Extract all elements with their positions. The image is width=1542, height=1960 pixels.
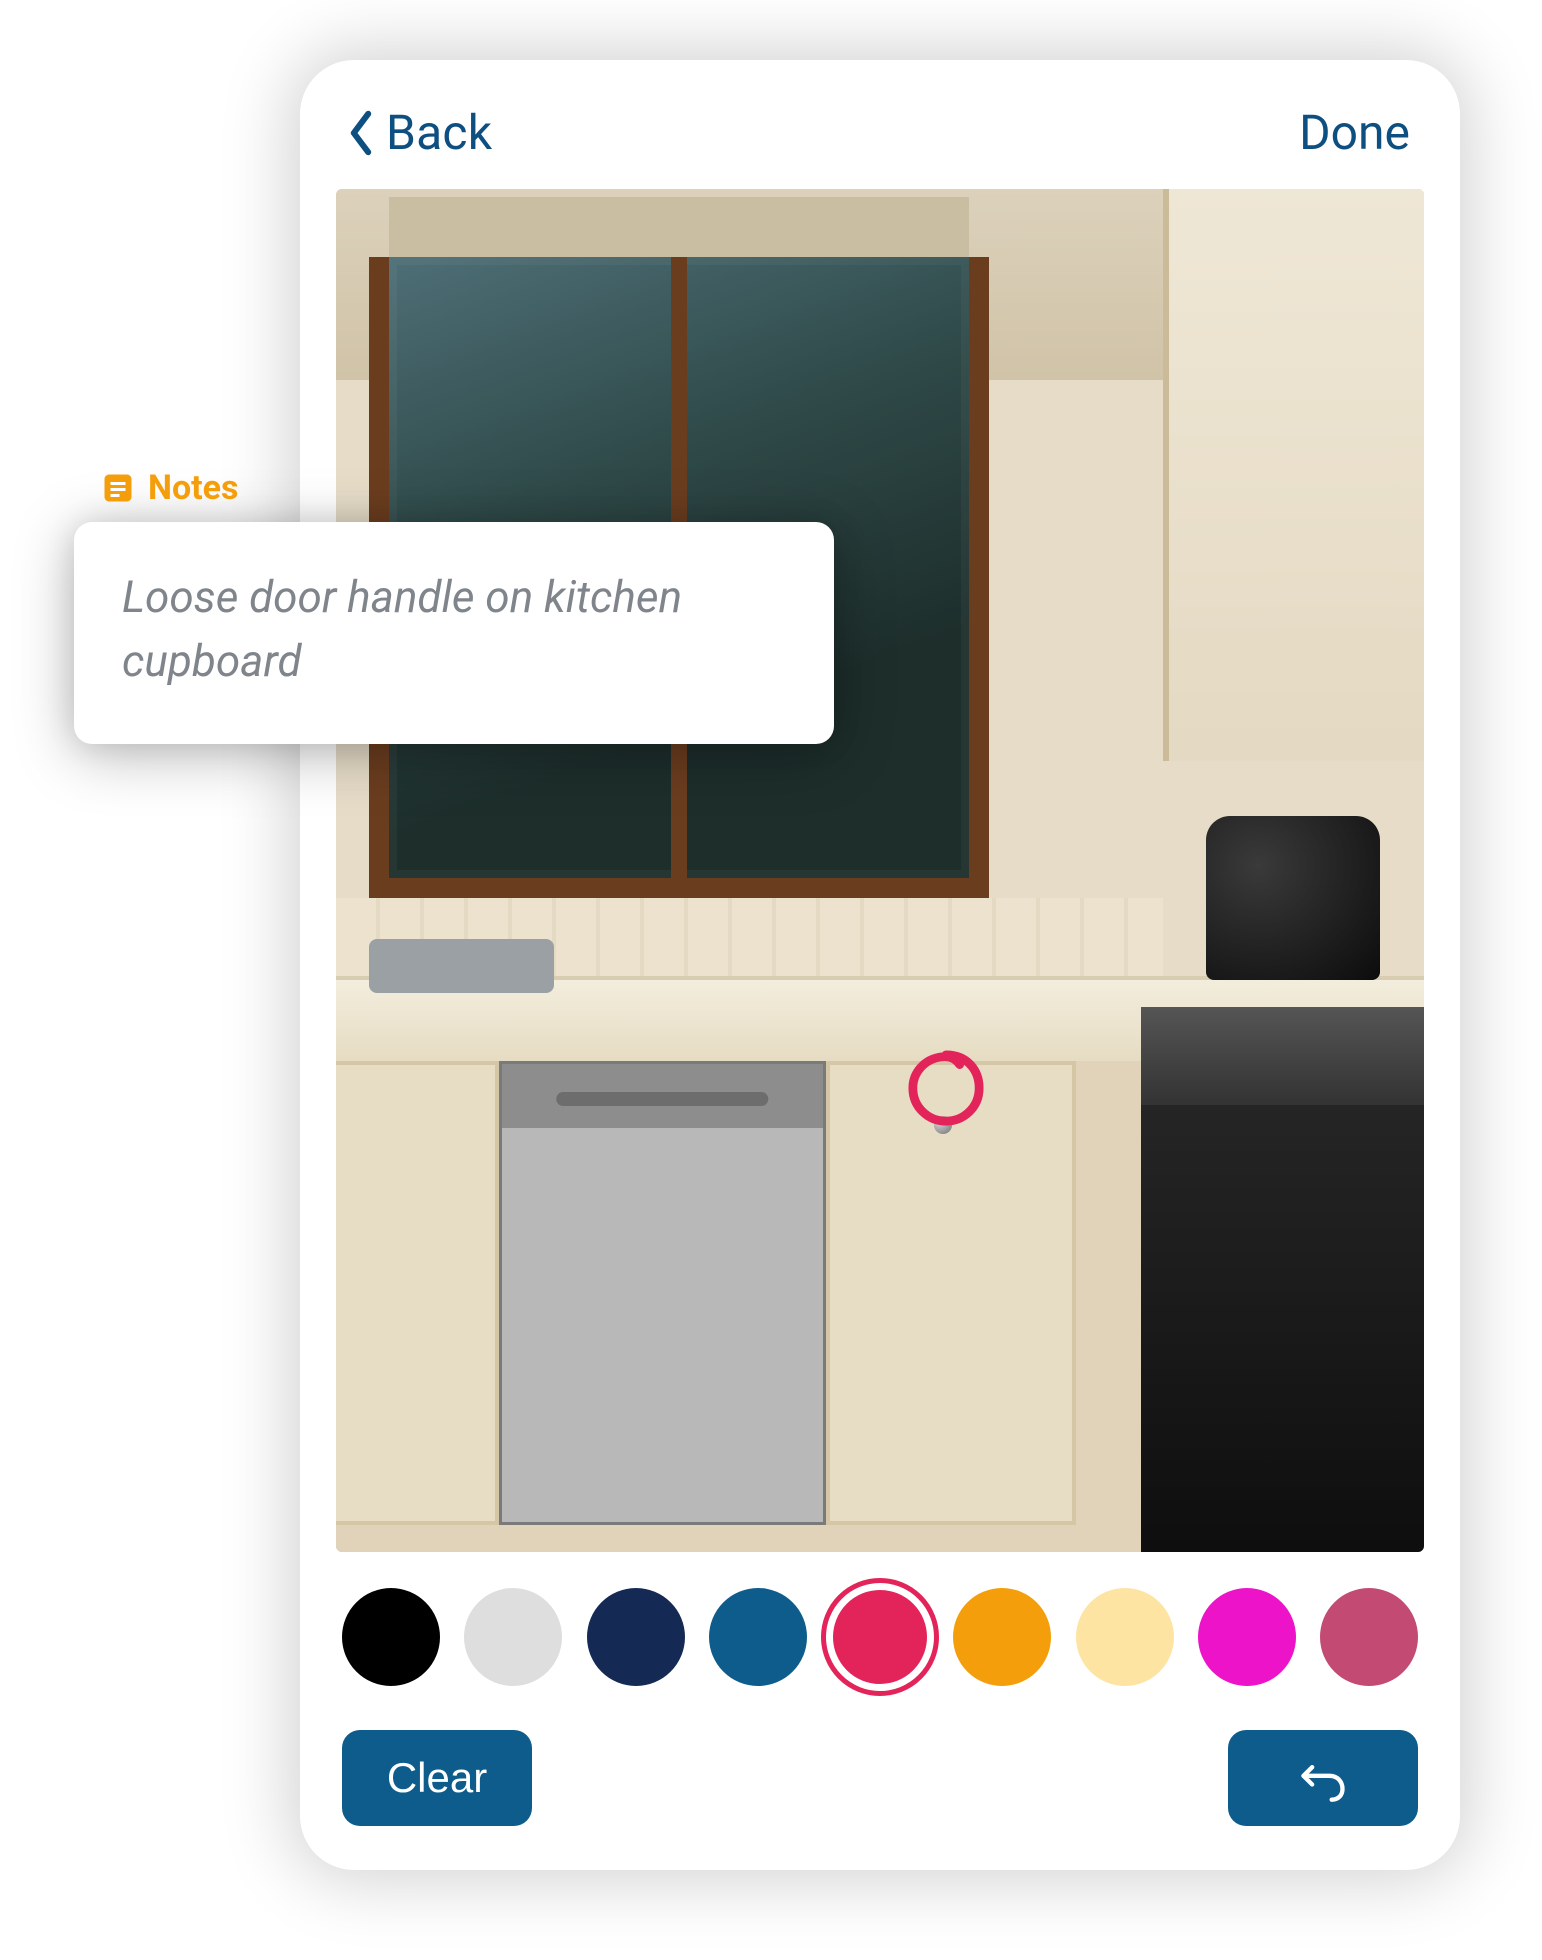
clear-button[interactable]: Clear: [342, 1730, 532, 1826]
color-swatch[interactable]: [1198, 1588, 1296, 1686]
notes-tab-label: Notes: [148, 468, 239, 508]
color-swatch[interactable]: [831, 1588, 929, 1686]
color-swatch[interactable]: [1076, 1588, 1174, 1686]
chevron-left-icon: [346, 109, 376, 157]
color-swatch[interactable]: [1320, 1588, 1418, 1686]
photo-region: [369, 939, 554, 994]
notes-popup[interactable]: Loose door handle on kitchen cupboard: [74, 522, 834, 744]
back-button[interactable]: Back: [346, 104, 492, 161]
editor-card: Back Done Clear: [300, 60, 1460, 1870]
color-palette: [336, 1552, 1424, 1696]
notes-tab[interactable]: Notes: [100, 468, 239, 508]
photo-region: [336, 1061, 499, 1524]
notes-icon: [100, 470, 136, 506]
color-swatch[interactable]: [464, 1588, 562, 1686]
color-swatch[interactable]: [587, 1588, 685, 1686]
clear-label: Clear: [387, 1754, 487, 1802]
back-label: Back: [386, 104, 492, 161]
photo-region: [1206, 816, 1380, 980]
top-bar: Back Done: [336, 96, 1424, 189]
color-swatch[interactable]: [953, 1588, 1051, 1686]
color-swatch[interactable]: [709, 1588, 807, 1686]
color-swatch[interactable]: [342, 1588, 440, 1686]
photo-region: [1141, 1007, 1424, 1552]
undo-icon: [1297, 1752, 1349, 1804]
bottom-actions: Clear: [336, 1696, 1424, 1826]
notes-text: Loose door handle on kitchen cupboard: [122, 566, 786, 694]
photo-region: [499, 1061, 825, 1524]
photo-region: [1163, 189, 1424, 761]
photo-region: [401, 857, 488, 939]
photo-canvas[interactable]: [336, 189, 1424, 1552]
undo-button[interactable]: [1228, 1730, 1418, 1826]
photo-region: [826, 1061, 1076, 1524]
done-button[interactable]: Done: [1299, 104, 1414, 161]
